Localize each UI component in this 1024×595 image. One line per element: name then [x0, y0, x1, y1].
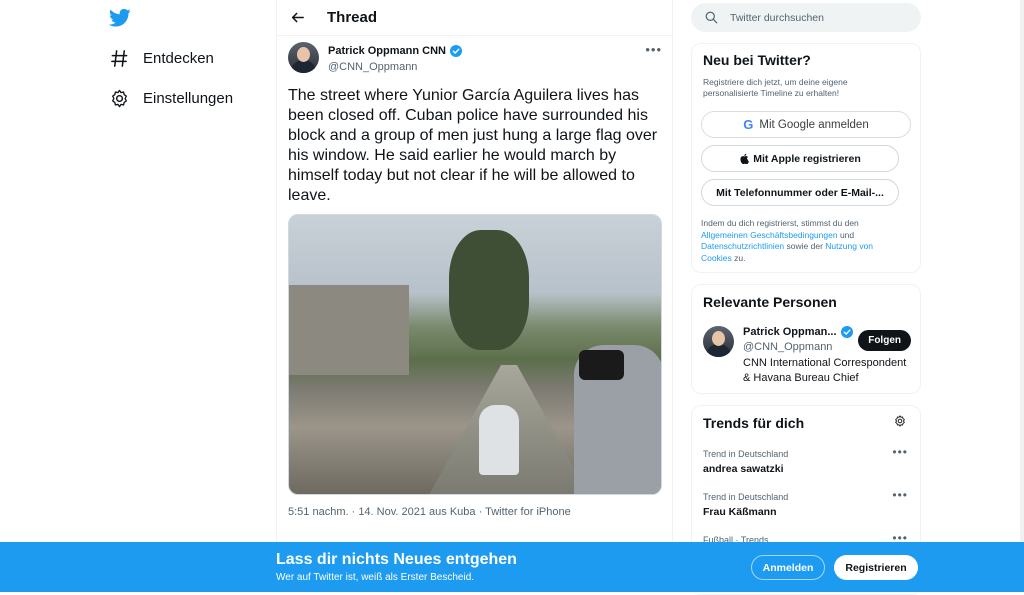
relevant-people-title: Relevante Personen — [703, 294, 837, 310]
legal-and: und — [839, 229, 855, 240]
author-handle[interactable]: @CNN_Oppmann — [328, 61, 462, 73]
hashtag-icon — [110, 49, 129, 68]
more-options-icon[interactable]: ••• — [645, 42, 662, 57]
follow-button[interactable]: Folgen — [858, 330, 911, 351]
signup-prompt-bar: Lass dir nichts Neues entgehen Wer auf T… — [0, 542, 1024, 592]
back-button[interactable] — [287, 8, 307, 28]
legal-suffix: zu. — [734, 252, 746, 263]
prompt-title: Lass dir nichts Neues entgehen — [276, 551, 517, 568]
nav-item-explore[interactable]: Entdecken — [110, 49, 214, 68]
tweet-text: The street where Yunior García Aguilera … — [288, 87, 658, 204]
more-options-icon[interactable]: ••• — [892, 488, 908, 502]
legal-prefix: Indem du dich registrierst, stimmst du d… — [701, 218, 859, 228]
verified-badge-icon — [449, 45, 462, 57]
privacy-link[interactable]: Datenschutzrichtlinien — [701, 241, 784, 251]
trend-context: Trend in Deutschland — [703, 492, 789, 502]
signup-card: Neu bei Twitter? Registriere dich jetzt,… — [691, 43, 921, 273]
trend-context: Trend in Deutschland — [703, 449, 789, 459]
legal-as: sowie der — [786, 241, 823, 251]
nav-item-label: Entdecken — [143, 50, 214, 67]
verified-badge-icon — [840, 326, 853, 338]
trend-item[interactable]: Trend in Deutschland andrea sawatzki ••• — [703, 445, 908, 475]
trend-name: andrea sawatzki — [703, 463, 784, 475]
register-button[interactable]: Registrieren — [834, 555, 918, 580]
tweet-author[interactable]: Patrick Oppmann CNN @CNN_Oppmann — [288, 42, 462, 73]
apple-signup-button[interactable]: Mit Apple registrieren — [701, 145, 899, 172]
google-icon: G — [743, 117, 754, 132]
avatar[interactable] — [703, 326, 734, 357]
twitter-logo-icon[interactable] — [108, 8, 131, 28]
login-button[interactable]: Anmelden — [751, 555, 825, 580]
google-signin-label: Mit Google anmelden — [759, 118, 869, 131]
apple-icon — [739, 153, 750, 164]
prompt-subtitle: Wer auf Twitter ist, weiß als Erster Bes… — [276, 572, 475, 583]
relevant-people-card: Relevante Personen Patrick Oppman... @CN… — [691, 284, 921, 394]
thread-header: Thread — [277, 0, 672, 36]
phone-email-signup-label: Mit Telefonnummer oder E-Mail-... — [716, 186, 884, 199]
nav-item-settings[interactable]: Einstellungen — [110, 89, 233, 108]
gear-icon — [110, 89, 129, 108]
terms-link[interactable]: Allgemeinen Geschäftsbedingungen — [701, 230, 838, 240]
search-icon — [705, 11, 718, 24]
gear-icon[interactable] — [894, 415, 906, 427]
author-name[interactable]: Patrick Oppmann CNN — [328, 45, 446, 57]
search-input[interactable] — [728, 10, 902, 25]
tweet-photo[interactable] — [288, 214, 662, 495]
person-name[interactable]: Patrick Oppman... — [743, 326, 837, 338]
more-options-icon[interactable]: ••• — [892, 445, 908, 459]
thread-column: Thread Patrick Oppmann CNN @CNN_Oppmann … — [276, 0, 673, 592]
arrow-left-icon — [291, 11, 304, 24]
phone-email-signup-button[interactable]: Mit Telefonnummer oder E-Mail-... — [701, 179, 899, 206]
scrollbar[interactable] — [1020, 0, 1024, 542]
avatar[interactable] — [288, 42, 319, 73]
trend-name: Frau Käßmann — [703, 506, 777, 518]
apple-signup-label: Mit Apple registrieren — [753, 152, 861, 165]
google-signin-button[interactable]: G Mit Google anmelden — [701, 111, 911, 138]
page-title: Thread — [327, 9, 378, 26]
trend-item[interactable]: Trend in Deutschland Frau Käßmann ••• — [703, 488, 908, 518]
signup-title: Neu bei Twitter? — [703, 52, 811, 68]
tweet-timestamp[interactable]: 5:51 nachm. · 14. Nov. 2021 aus Kuba · T… — [288, 506, 571, 518]
person-bio: CNN International Correspondent & Havana… — [743, 357, 907, 384]
search-box[interactable] — [691, 3, 921, 32]
signup-subtitle: Registriere dich jetzt, um deine eigene … — [703, 77, 848, 98]
nav-item-label: Einstellungen — [143, 90, 234, 107]
legal-text: Indem du dich registrierst, stimmst du d… — [701, 218, 901, 264]
trends-title: Trends für dich — [703, 415, 805, 431]
